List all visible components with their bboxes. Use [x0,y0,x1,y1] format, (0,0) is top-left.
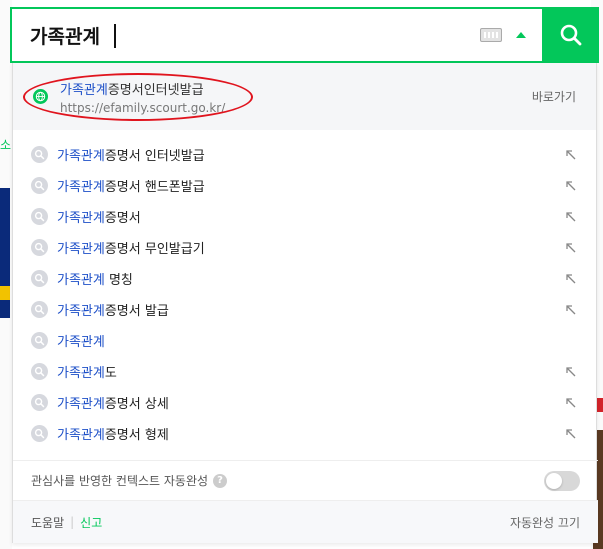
suggestion-item[interactable]: 가족관계증명서 [13,201,596,232]
suggestion-text: 가족관계증명서 무인발급기 [57,238,564,257]
site-suggestion[interactable]: 가족관계증명서인터넷발급 https://efamily.scourt.go.k… [13,63,596,130]
context-autocomplete-row: 관심사를 반영한 컨텍스트 자동완성 ? [13,460,598,500]
site-url: https://efamily.scourt.go.kr/ [60,100,226,115]
site-title-highlight: 가족관계 [60,82,108,98]
globe-icon [33,89,48,104]
suggestion-highlight: 가족관계 [57,366,105,381]
magnifier-icon [31,146,48,163]
suggestion-highlight: 가족관계 [57,397,105,412]
magnifier-icon [31,208,48,225]
suggestion-highlight: 가족관계 [57,428,105,443]
suggestion-highlight: 가족관계 [57,335,105,350]
suggestion-list: 가족관계증명서 인터넷발급 가족관계증명서 핸드폰발급 가족관계증명서 가족관계증명서… [13,130,596,449]
suggestion-highlight: 가족관계 [57,149,105,164]
suggestion-rest: 증명서 인터넷발급 [104,149,205,164]
suggestion-highlight: 가족관계 [57,273,105,288]
search-button[interactable] [542,7,599,63]
suggestion-item[interactable]: 가족관계증명서 인터넷발급 [13,139,596,170]
arrow-up-left-icon[interactable] [564,241,578,255]
help-link[interactable]: 도움말 [31,514,64,531]
magnifier-icon [31,239,48,256]
search-icon [560,24,581,46]
autocomplete-dropdown: 가족관계증명서인터넷발급 https://efamily.scourt.go.k… [12,63,598,543]
suggestion-text: 가족관계증명서 발급 [57,300,564,319]
suggestion-text: 가족관계증명서 [57,207,564,226]
suggestion-rest: 증명서 핸드폰발급 [104,180,205,195]
arrow-up-left-icon[interactable] [564,396,578,410]
suggestion-text: 가족관계증명서 상세 [57,393,564,412]
arrow-up-left-icon[interactable] [564,272,578,286]
background-left-text: 소 [0,138,12,152]
suggestion-text: 가족관계증명서 형제 [57,424,564,443]
suggestion-text: 가족관계증명서 핸드폰발급 [57,176,564,195]
context-autocomplete-label: 관심사를 반영한 컨텍스트 자동완성 [31,474,209,488]
suggestion-rest: 명칭 [104,273,133,288]
suggestion-text: 가족관계도 [57,362,564,381]
context-autocomplete-toggle[interactable] [544,471,580,491]
collapse-arrow-icon[interactable] [516,32,526,38]
magnifier-icon [31,332,48,349]
suggestion-highlight: 가족관계 [57,180,105,195]
suggestion-item[interactable]: 가족관계증명서 발급 [13,294,596,325]
site-title[interactable]: 가족관계증명서인터넷발급 [60,79,532,98]
suggestion-highlight: 가족관계 [57,242,105,257]
report-link[interactable]: 신고 [80,514,102,531]
site-suggestion-text: 가족관계증명서인터넷발급 https://efamily.scourt.go.k… [60,79,532,115]
suggestion-rest: 증명서 발급 [104,304,169,319]
suggestion-item[interactable]: 가족관계증명서 핸드폰발급 [13,170,596,201]
suggestion-rest: 증명서 무인발급기 [104,242,205,257]
suggestion-rest: 도 [104,366,117,381]
magnifier-icon [31,301,48,318]
suggestion-highlight: 가족관계 [57,211,105,226]
arrow-up-left-icon[interactable] [564,148,578,162]
background-badge-left [0,286,10,300]
question-icon[interactable]: ? [213,473,228,488]
suggestion-item[interactable]: 가족관계증명서 상세 [13,387,596,418]
search-bar [10,7,599,63]
magnifier-icon [31,270,48,287]
magnifier-icon [31,425,48,442]
suggestion-text: 가족관계 명칭 [57,269,564,288]
arrow-up-left-icon[interactable] [564,210,578,224]
toggle-knob [546,473,562,489]
text-cursor [114,24,116,48]
suggestion-item[interactable]: 가족관계 [13,325,596,356]
autocomplete-off-link[interactable]: 자동완성 끄기 [510,514,580,531]
site-title-rest: 증명서인터넷발급 [107,82,204,98]
suggestion-rest: 증명서 형제 [104,428,169,443]
suggestion-item[interactable]: 가족관계증명서 무인발급기 [13,232,596,263]
magnifier-icon [31,394,48,411]
suggestion-item[interactable]: 가족관계증명서 형제 [13,418,596,449]
goto-link[interactable]: 바로가기 [532,88,576,105]
suggestion-text: 가족관계증명서 인터넷발급 [57,145,564,164]
suggestion-item[interactable]: 가족관계도 [13,356,596,387]
arrow-up-left-icon[interactable] [564,303,578,317]
arrow-up-left-icon[interactable] [564,179,578,193]
magnifier-icon [31,177,48,194]
suggestion-rest: 증명서 상세 [104,397,169,412]
suggestion-text: 가족관계 [57,331,578,350]
magnifier-icon [31,363,48,380]
keyboard-icon[interactable] [480,28,502,42]
arrow-up-left-icon[interactable] [564,365,578,379]
suggestion-highlight: 가족관계 [57,304,105,319]
arrow-up-left-icon[interactable] [564,427,578,441]
search-input[interactable] [12,9,480,61]
footer-separator: | [70,515,75,529]
dropdown-footer: 도움말 | 신고 자동완성 끄기 [13,500,598,543]
suggestion-item[interactable]: 가족관계 명칭 [13,263,596,294]
suggestion-rest: 증명서 [104,211,141,226]
